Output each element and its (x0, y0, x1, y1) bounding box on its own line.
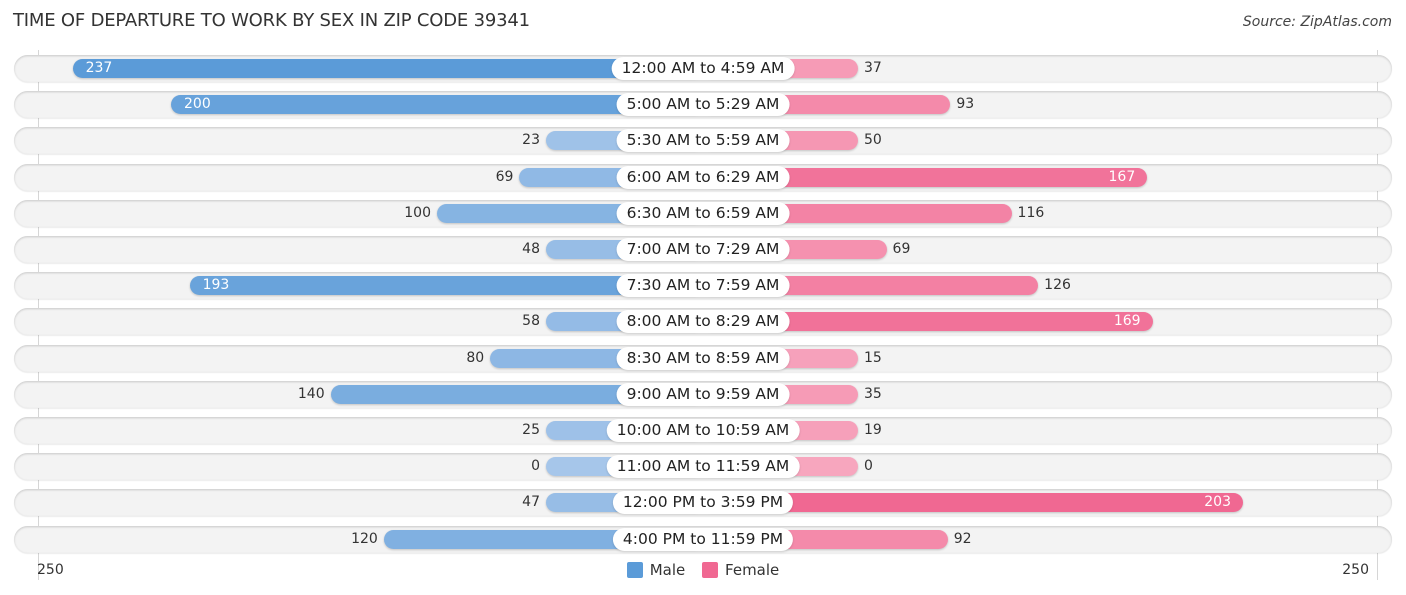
category-label: 7:00 AM to 7:29 AM (616, 238, 790, 261)
value-label-female: 15 (864, 349, 882, 366)
legend-swatch-male (626, 562, 643, 578)
value-label-male: 200 (184, 96, 211, 113)
category-label: 5:30 AM to 5:59 AM (616, 129, 790, 153)
legend-label-male: Male (649, 561, 686, 579)
value-label-female: 116 (1017, 204, 1045, 221)
value-label-female: 50 (864, 132, 882, 149)
bar-male[interactable] (72, 59, 703, 78)
value-label-female: 69 (892, 241, 911, 257)
value-label-female: 126 (1044, 277, 1071, 294)
category-label: 10:00 AM to 10:59 AM (606, 419, 800, 442)
value-label-male: 237 (85, 60, 113, 76)
legend-label-female: Female (725, 561, 780, 579)
value-label-male: 23 (522, 132, 540, 149)
value-label-male: 100 (404, 204, 431, 221)
value-label-male: 193 (202, 277, 230, 294)
category-label: 8:30 AM to 8:59 AM (616, 346, 790, 370)
value-label-male: 48 (522, 241, 540, 257)
legend: Male Female (0, 561, 1406, 582)
value-label-male: 0 (531, 458, 540, 475)
category-label: 7:30 AM to 7:59 AM (616, 274, 790, 298)
value-label-female: 203 (1204, 494, 1231, 511)
value-label-female: 167 (1108, 168, 1136, 185)
legend-item-female[interactable]: Female (702, 561, 779, 579)
category-label: 5:00 AM to 5:29 AM (616, 93, 790, 117)
value-label-male: 120 (351, 530, 378, 547)
category-label: 9:00 AM to 9:59 AM (616, 382, 790, 406)
category-label: 6:00 AM to 6:29 AM (616, 165, 790, 189)
category-label: 6:30 AM to 6:59 AM (616, 201, 790, 225)
category-label: 12:00 AM to 4:59 AM (611, 57, 795, 80)
category-label: 12:00 PM to 3:59 PM (612, 491, 794, 515)
value-label-male: 140 (297, 385, 325, 402)
value-label-male: 80 (466, 349, 485, 366)
value-label-female: 92 (953, 530, 972, 547)
legend-item-male[interactable]: Male (626, 561, 686, 579)
value-label-female: 93 (956, 96, 975, 113)
value-label-male: 47 (522, 494, 540, 511)
value-label-female: 19 (864, 422, 882, 438)
value-label-female: 37 (864, 60, 882, 76)
legend-swatch-female (702, 562, 719, 578)
value-label-female: 0 (864, 458, 873, 475)
category-label: 4:00 PM to 11:59 PM (612, 527, 794, 551)
chart-area: 237 37 12:00 AM to 4:59 AM 200 93 5:00 AM to … (0, 0, 1406, 595)
value-label-male: 69 (495, 168, 514, 185)
value-label-female: 35 (864, 385, 882, 402)
value-label-female: 169 (1113, 313, 1141, 330)
value-label-male: 58 (522, 313, 540, 330)
value-label-male: 25 (522, 422, 540, 438)
category-label: 11:00 AM to 11:59 AM (606, 455, 800, 479)
category-label: 8:00 AM to 8:29 AM (616, 310, 790, 334)
